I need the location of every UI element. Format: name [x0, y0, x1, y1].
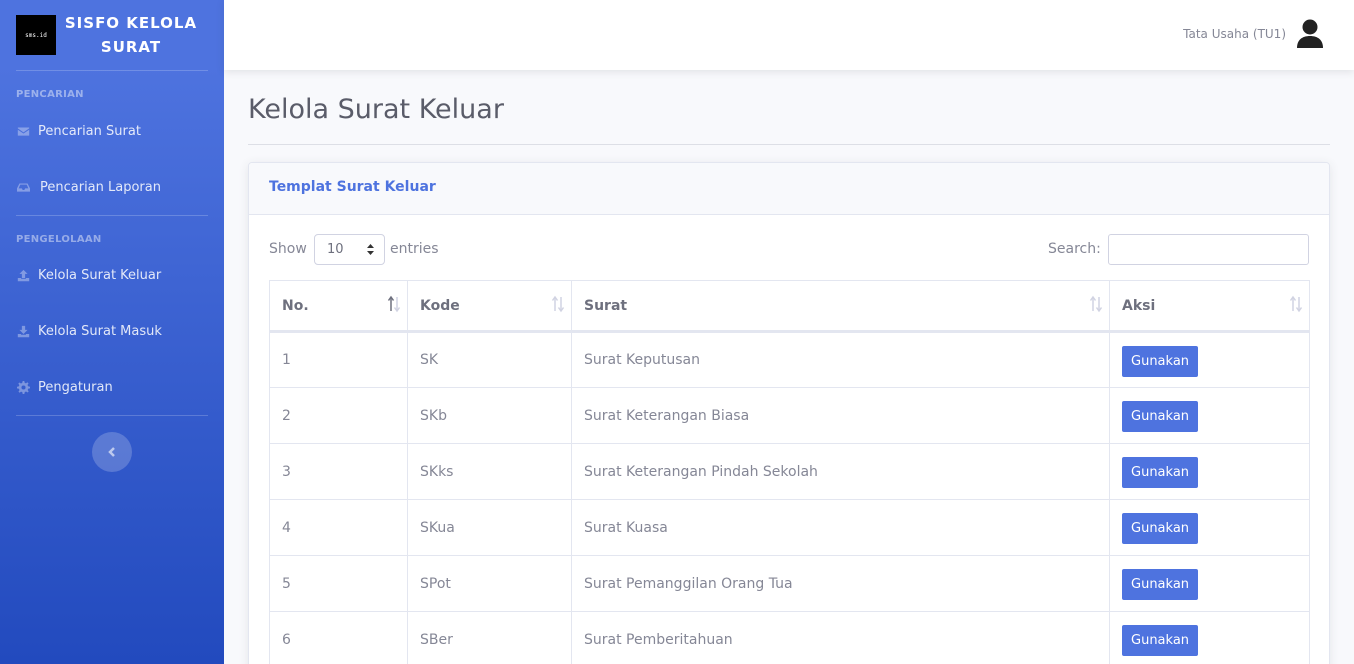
cell-surat: Surat Pemberitahuan — [571, 611, 1110, 664]
sidebar-divider — [16, 415, 208, 416]
topbar: Tata Usaha (TU1) — [224, 0, 1354, 70]
inbox-icon — [16, 180, 30, 194]
user-avatar-icon[interactable] — [1296, 19, 1324, 49]
column-header-label: Surat — [584, 297, 628, 314]
cell-no: 1 — [269, 331, 408, 388]
page-length-value: 10 — [327, 242, 344, 257]
column-header-label: No. — [282, 297, 309, 314]
cell-surat: Surat Keputusan — [571, 331, 1110, 388]
sidebar-item-label: Kelola Surat Masuk — [38, 323, 162, 339]
sort-asc-icon — [387, 295, 401, 313]
templates-table: No. Kode Surat Aksi 1 SK Surat Keputusan… — [269, 280, 1310, 664]
user-name[interactable]: Tata Usaha (TU1) — [1183, 27, 1286, 41]
cell-kode: SKua — [407, 499, 572, 556]
cell-no: 2 — [269, 387, 408, 444]
column-header-surat[interactable]: Surat — [571, 280, 1110, 333]
table-row: 6 SBer Surat Pemberitahuan Gunakan — [269, 611, 1310, 664]
cell-kode: SBer — [407, 611, 572, 664]
cell-aksi: Gunakan — [1109, 331, 1310, 388]
cell-no: 5 — [269, 555, 408, 612]
sidebar-divider — [16, 215, 208, 216]
sort-icon — [551, 295, 565, 313]
sidebar-item-kelola-surat-masuk[interactable]: Kelola Surat Masuk — [16, 319, 208, 343]
table-row: 2 SKb Surat Keterangan Biasa Gunakan — [269, 387, 1310, 444]
sidebar-item-label: Kelola Surat Keluar — [38, 267, 162, 283]
search-input[interactable] — [1108, 234, 1309, 265]
envelope-icon — [16, 124, 30, 138]
upload-icon — [16, 268, 30, 282]
sort-icon — [1289, 295, 1303, 313]
title-divider — [248, 144, 1330, 145]
sidebar-heading-search: PENCARIAN — [16, 89, 84, 100]
card-header: Templat Surat Keluar — [249, 163, 1329, 215]
cell-aksi: Gunakan — [1109, 387, 1310, 444]
card-title: Templat Surat Keluar — [269, 179, 436, 195]
cell-aksi: Gunakan — [1109, 443, 1310, 500]
cell-surat: Surat Keterangan Pindah Sekolah — [571, 443, 1110, 500]
sidebar-divider — [16, 70, 208, 71]
sort-icon — [1089, 295, 1103, 313]
table-row: 5 SPot Surat Pemanggilan Orang Tua Gunak… — [269, 555, 1310, 612]
sidebar: sms.id SISFO KELOLA SURAT PENCARIAN Penc… — [0, 0, 224, 664]
cell-surat: Surat Keterangan Biasa — [571, 387, 1110, 444]
cell-aksi: Gunakan — [1109, 555, 1310, 612]
use-template-button[interactable]: Gunakan — [1122, 457, 1199, 488]
cell-no: 3 — [269, 443, 408, 500]
select-arrows-icon — [367, 244, 374, 255]
cell-surat: Surat Kuasa — [571, 499, 1110, 556]
column-header-kode[interactable]: Kode — [407, 280, 572, 333]
cell-kode: SKks — [407, 443, 572, 500]
sidebar-item-pencarian-surat[interactable]: Pencarian Surat — [16, 119, 208, 143]
column-header-label: Kode — [420, 297, 460, 314]
cell-kode: SPot — [407, 555, 572, 612]
table-row: 3 SKks Surat Keterangan Pindah Sekolah G… — [269, 443, 1310, 500]
sidebar-item-kelola-surat-keluar[interactable]: Kelola Surat Keluar — [16, 263, 208, 287]
search-label: Search: — [1048, 241, 1101, 257]
brand[interactable]: sms.id SISFO KELOLA SURAT — [16, 10, 208, 70]
template-card: Templat Surat Keluar Show 10 entries Sea… — [248, 162, 1330, 664]
sidebar-heading-manage: PENGELOLAAN — [16, 234, 102, 245]
chevron-left-icon — [108, 447, 115, 457]
brand-logo-text: sms.id — [25, 31, 47, 39]
cell-no: 6 — [269, 611, 408, 664]
brand-logo: sms.id — [16, 15, 56, 55]
cell-kode: SK — [407, 331, 572, 388]
page-title: Kelola Surat Keluar — [248, 94, 504, 125]
sidebar-item-label: Pencarian Surat — [38, 123, 141, 139]
page-length-select[interactable]: 10 — [314, 234, 385, 265]
cell-surat: Surat Pemanggilan Orang Tua — [571, 555, 1110, 612]
sidebar-item-label: Pengaturan — [38, 379, 113, 395]
cell-kode: SKb — [407, 387, 572, 444]
download-icon — [16, 324, 30, 338]
table-header-row: No. Kode Surat Aksi — [269, 280, 1310, 333]
entries-label: entries — [390, 241, 439, 257]
brand-title: SISFO KELOLA SURAT — [64, 14, 198, 56]
use-template-button[interactable]: Gunakan — [1122, 569, 1199, 600]
gear-icon — [16, 380, 30, 394]
use-template-button[interactable]: Gunakan — [1122, 401, 1199, 432]
column-header-aksi[interactable]: Aksi — [1109, 280, 1310, 333]
sidebar-item-pengaturan[interactable]: Pengaturan — [16, 375, 208, 399]
use-template-button[interactable]: Gunakan — [1122, 513, 1199, 544]
cell-aksi: Gunakan — [1109, 499, 1310, 556]
column-header-label: Aksi — [1122, 297, 1156, 314]
show-label: Show — [269, 241, 307, 257]
sidebar-item-label: Pencarian Laporan — [40, 179, 161, 195]
sidebar-item-pencarian-laporan[interactable]: Pencarian Laporan — [16, 175, 208, 199]
cell-aksi: Gunakan — [1109, 611, 1310, 664]
cell-no: 4 — [269, 499, 408, 556]
use-template-button[interactable]: Gunakan — [1122, 345, 1199, 377]
sidebar-toggle-button[interactable] — [92, 432, 132, 472]
use-template-button[interactable]: Gunakan — [1122, 625, 1199, 656]
table-row: 4 SKua Surat Kuasa Gunakan — [269, 499, 1310, 556]
table-row: 1 SK Surat Keputusan Gunakan — [269, 331, 1310, 388]
column-header-no[interactable]: No. — [269, 280, 408, 333]
